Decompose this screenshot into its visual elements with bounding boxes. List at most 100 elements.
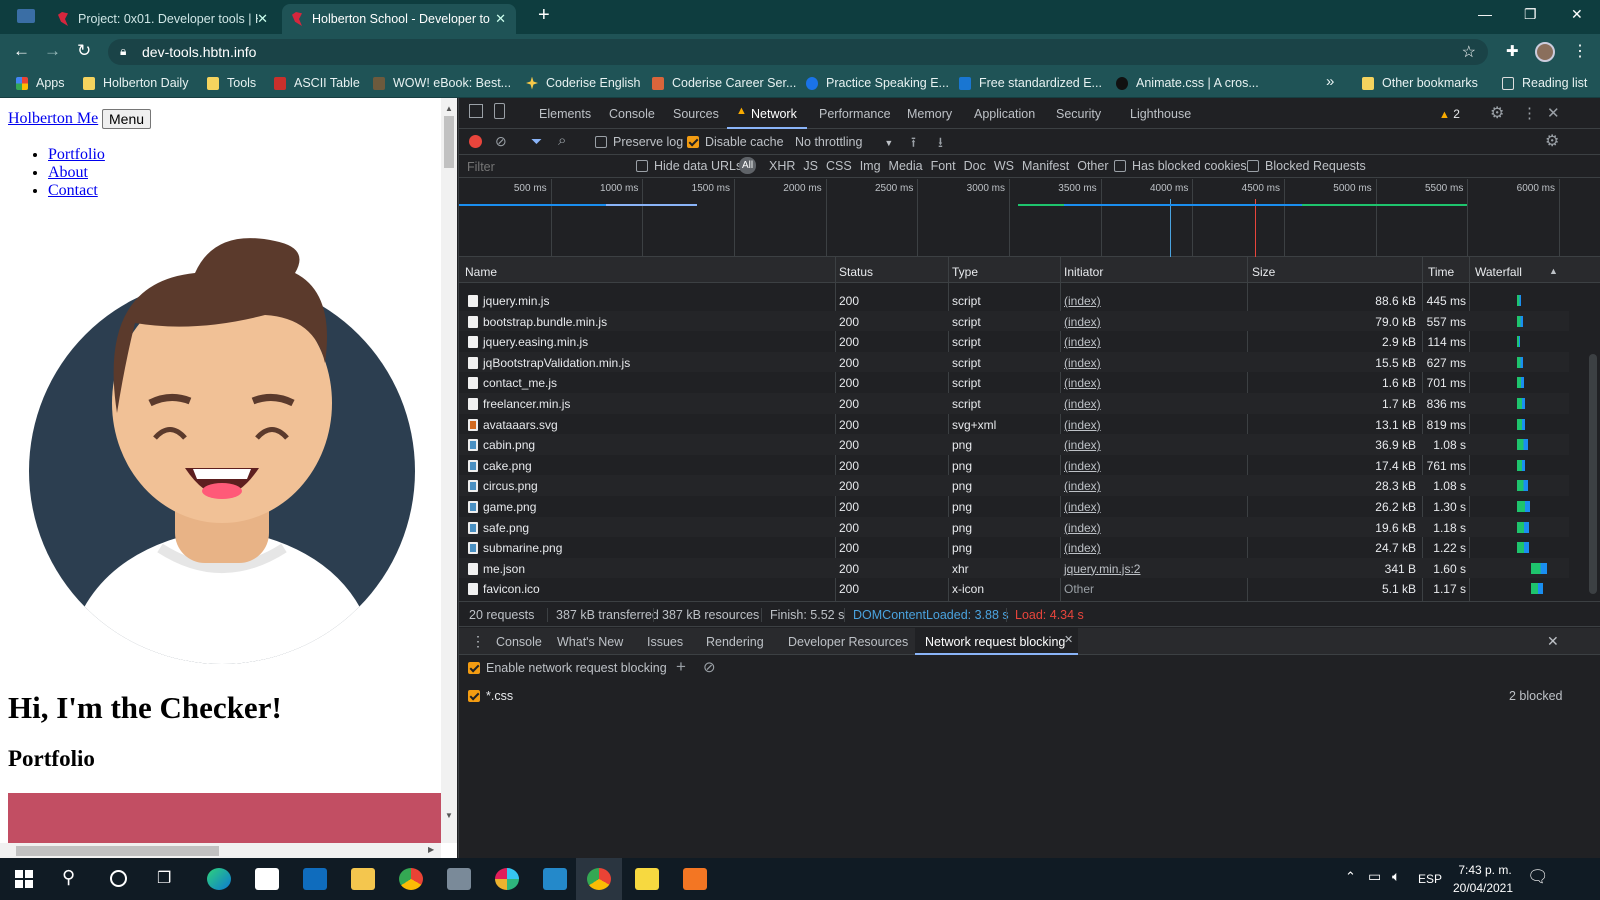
scroll-down-arrow[interactable]: ▼	[445, 811, 453, 820]
cortana-icon[interactable]	[110, 870, 127, 887]
close-drawer-icon[interactable]: ✕	[1547, 633, 1559, 650]
bookmark-ascii-table[interactable]: ASCII Table	[274, 76, 360, 90]
filter-funnel-icon[interactable]: ⏷	[531, 133, 542, 150]
minimize-icon[interactable]: —	[1478, 6, 1492, 22]
bookmark-coderise-career[interactable]: Coderise Career Ser...	[652, 76, 796, 90]
address-bar[interactable]: 🔒︎ dev-tools.hbtn.info ☆	[108, 39, 1488, 65]
table-row[interactable]: jqBootstrapValidation.min.js 200 script (in…	[459, 351, 1569, 373]
bookmark-wow-ebook[interactable]: WOW! eBook: Best...	[373, 76, 511, 90]
close-window-icon[interactable]: ✕	[1571, 6, 1583, 23]
column-header-waterfall[interactable]: Waterfall	[1475, 265, 1522, 279]
filter-type-js[interactable]: JS	[803, 159, 818, 173]
store-taskbar-icon[interactable]	[255, 868, 279, 890]
table-row[interactable]: avataaars.svg 200 svg+xml (index) 13.1 kB 819…	[459, 414, 1569, 435]
settings-gear-icon[interactable]: ⚙	[1490, 103, 1504, 123]
brand-link[interactable]: Holberton Me	[8, 110, 98, 128]
export-har-icon[interactable]: ⭳	[938, 132, 943, 156]
tab-security[interactable]: Security	[1056, 107, 1101, 121]
volume-icon[interactable]: 🔈︎	[1392, 868, 1400, 885]
column-header-size[interactable]: Size	[1252, 265, 1275, 279]
table-row[interactable]: me.json 200 xhr jquery.min.js:2 341 B 1.60 s	[459, 557, 1569, 579]
sticky-notes-taskbar-icon[interactable]	[635, 868, 659, 890]
browser-tab-project[interactable]: Project: 0x01. Developer tools | H ✕	[48, 4, 278, 34]
request-initiator[interactable]: (index)	[1064, 500, 1101, 514]
table-row[interactable]: jquery.min.js 200 script (index) 88.6 kB 445 …	[459, 290, 1569, 311]
nav-link-portfolio[interactable]: Portfolio	[48, 146, 105, 163]
extensions-icon[interactable]: ✚	[1506, 42, 1519, 60]
drawer-menu-icon[interactable]: ⋮	[471, 633, 485, 650]
filter-type-xhr[interactable]: XHR	[769, 159, 795, 173]
tab-performance[interactable]: Performance	[819, 107, 891, 121]
tab-network[interactable]: ▲ Network	[727, 98, 807, 129]
maximize-icon[interactable]: ❐	[1524, 6, 1537, 23]
reading-list[interactable]: Reading list	[1502, 76, 1587, 90]
request-list-scrollbar[interactable]	[1569, 284, 1600, 600]
table-row[interactable]: bootstrap.bundle.min.js 200 script (index) 7…	[459, 310, 1569, 332]
filter-type-css[interactable]: CSS	[826, 159, 852, 173]
close-tab-icon[interactable]: ✕	[257, 11, 268, 27]
forward-icon[interactable]: →	[44, 41, 61, 61]
drawer-tab-rendering[interactable]: Rendering	[706, 635, 764, 649]
request-initiator[interactable]: (index)	[1064, 356, 1101, 370]
close-tab-icon[interactable]: ✕	[495, 11, 506, 27]
task-view-icon[interactable]: ❐	[157, 868, 171, 888]
timeline-overview[interactable]: 500 ms 1000 ms 1500 ms 2000 ms 2500 ms 3000 m…	[459, 179, 1600, 257]
filter-type-doc[interactable]: Doc	[964, 159, 986, 173]
close-tab-icon[interactable]: ✕	[1064, 633, 1073, 646]
back-icon[interactable]: ←	[13, 41, 30, 61]
filter-type-manifest[interactable]: Manifest	[1022, 159, 1069, 173]
tab-lighthouse[interactable]: Lighthouse	[1130, 107, 1191, 121]
other-bookmarks[interactable]: Other bookmarks	[1362, 76, 1478, 90]
mail-taskbar-icon[interactable]	[303, 868, 327, 890]
vertical-scroll-thumb[interactable]	[1589, 354, 1597, 594]
vscode-taskbar-icon[interactable]	[543, 868, 567, 890]
slack-taskbar-icon[interactable]	[495, 868, 519, 890]
bookmarks-overflow-button[interactable]: »	[1326, 73, 1334, 90]
remove-all-patterns-icon[interactable]: ⊘	[703, 658, 716, 676]
inspect-element-icon[interactable]	[469, 104, 483, 118]
bookmark-star-icon[interactable]: ☆	[1462, 42, 1476, 62]
filter-type-other[interactable]: Other	[1077, 159, 1108, 173]
add-pattern-icon[interactable]: +	[676, 657, 686, 677]
drawer-tab-issues[interactable]: Issues	[647, 635, 683, 649]
chrome-taskbar-icon[interactable]	[399, 868, 423, 890]
scroll-right-arrow[interactable]: ▶	[428, 845, 434, 854]
table-row[interactable]: jquery.easing.min.js 200 script (index) 2.9 …	[459, 331, 1569, 352]
xampp-taskbar-icon[interactable]	[683, 868, 707, 890]
disable-cache-checkbox[interactable]: Disable cache	[687, 135, 784, 149]
hide-data-urls-checkbox[interactable]: Hide data URLs	[636, 159, 742, 173]
record-button[interactable]	[469, 135, 482, 148]
table-row[interactable]: freelancer.min.js 200 script (index) 1.7 kB 8…	[459, 393, 1569, 414]
filter-type-media[interactable]: Media	[889, 159, 923, 173]
blocked-requests-checkbox[interactable]: Blocked Requests	[1247, 159, 1366, 173]
search-icon[interactable]: ⌕	[558, 132, 566, 149]
request-initiator[interactable]: jquery.min.js:2	[1064, 562, 1140, 576]
calculator-taskbar-icon[interactable]	[447, 868, 471, 890]
pattern-checkbox[interactable]: *.css	[468, 689, 513, 703]
request-initiator[interactable]: (index)	[1064, 376, 1101, 390]
tab-console[interactable]: Console	[609, 107, 655, 121]
nav-link-contact[interactable]: Contact	[48, 182, 98, 199]
bookmark-practice-speaking[interactable]: Practice Speaking E...	[806, 76, 949, 90]
page-horizontal-scrollbar[interactable]: ▶	[0, 843, 441, 858]
bookmark-apps[interactable]: Apps	[16, 76, 65, 90]
column-header-time[interactable]: Time	[1428, 265, 1454, 279]
bookmark-coderise-english[interactable]: Coderise English	[526, 76, 641, 90]
language-indicator[interactable]: ESP	[1418, 872, 1442, 886]
nav-link-about[interactable]: About	[48, 164, 88, 181]
bookmark-animate-css[interactable]: Animate.css | A cros...	[1116, 76, 1259, 90]
tab-search-icon[interactable]	[17, 9, 35, 23]
drawer-tab-network-request-blocking[interactable]: Network request blocking ✕	[915, 628, 1078, 655]
clock-time[interactable]: 7:43 p. m.	[1455, 863, 1515, 877]
request-initiator[interactable]: (index)	[1064, 397, 1101, 411]
request-initiator[interactable]: (index)	[1064, 438, 1101, 452]
table-row[interactable]: game.png 200 png (index) 26.2 kB 1.30 s	[459, 496, 1569, 517]
reload-icon[interactable]: ↻	[77, 41, 91, 61]
windows-start-icon[interactable]	[15, 870, 33, 888]
close-devtools-icon[interactable]: ✕	[1547, 104, 1560, 122]
filter-all-button[interactable]: All	[739, 157, 757, 174]
devtools-menu-icon[interactable]: ⋮	[1522, 104, 1537, 122]
request-initiator[interactable]: (index)	[1064, 479, 1101, 493]
column-header-initiator[interactable]: Initiator	[1064, 265, 1103, 279]
new-tab-button[interactable]: +	[538, 4, 550, 27]
